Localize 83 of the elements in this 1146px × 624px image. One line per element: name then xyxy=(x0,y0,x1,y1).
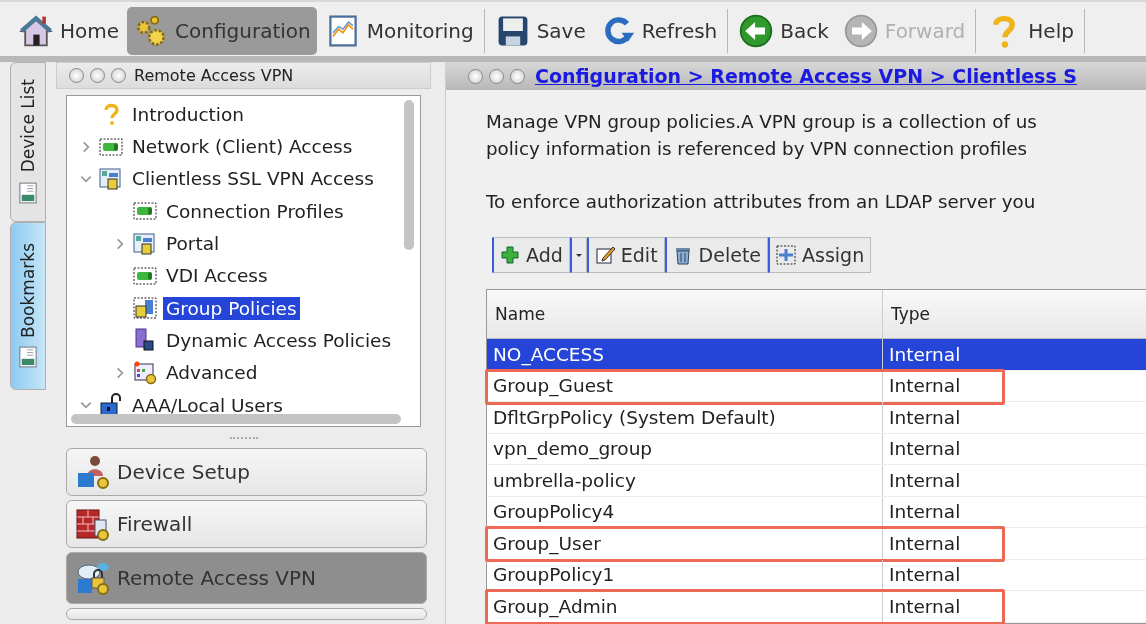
section-button[interactable]: Firewall xyxy=(66,500,427,548)
table-cell: NO_ACCESS xyxy=(487,339,883,370)
window-control-icon[interactable] xyxy=(468,68,483,84)
tree-item[interactable]: Clientless SSL VPN Access xyxy=(129,167,377,191)
note-text: To enforce authorization attributes from an LDAP server you xyxy=(486,190,1037,214)
action-button[interactable]: Assign xyxy=(768,237,872,273)
door-lock-icon xyxy=(133,328,157,353)
table-cell-text: Internal xyxy=(888,405,962,430)
table-cell-text: Internal xyxy=(888,342,962,367)
description-text: Manage VPN group policies.A VPN group is a collection of us xyxy=(486,110,1038,134)
table-row[interactable]: GroupPolicy4 Internal xyxy=(487,496,1146,528)
house-icon xyxy=(18,13,54,49)
table-cell: GroupPolicy1 xyxy=(487,559,883,590)
table-cell-text: Internal xyxy=(888,563,962,588)
table-cell: DfltGrpPolicy (System Default) xyxy=(487,402,883,433)
window-control-icon[interactable] xyxy=(489,68,504,84)
window-control-icon[interactable] xyxy=(510,68,525,84)
table-row[interactable]: DfltGrpPolicy (System Default) Internal xyxy=(487,402,1146,434)
table-cell: Group_User xyxy=(487,528,883,559)
table-row[interactable]: vpn_demo_group Internal xyxy=(487,433,1146,465)
panel-title: Remote Access VPN xyxy=(134,66,294,86)
table-cell: umbrella-policy xyxy=(487,465,883,496)
settings-window-icon xyxy=(133,360,157,385)
tree-item[interactable]: AAA/Local Users xyxy=(129,393,286,417)
splitter-grip[interactable] xyxy=(229,437,258,442)
toolbar-button[interactable]: Save xyxy=(488,7,592,55)
toolbar-button[interactable]: Help xyxy=(980,7,1080,55)
toolbar-button[interactable]: Monitoring xyxy=(318,7,480,55)
person-device-icon xyxy=(75,454,111,490)
section-button[interactable] xyxy=(66,608,427,620)
cloud-lock-icon xyxy=(75,560,111,596)
toolbar-button[interactable]: Home xyxy=(12,7,126,55)
table-row[interactable]: Group_User Internal xyxy=(487,528,1146,560)
tree-item[interactable]: VDI Access xyxy=(163,264,271,288)
action-button[interactable]: Edit xyxy=(586,237,665,273)
portal-lock-icon xyxy=(99,166,123,191)
section-button[interactable]: Remote Access VPN xyxy=(66,552,427,604)
table-cell-text: Internal xyxy=(888,468,962,493)
brick-wall-icon xyxy=(75,506,111,542)
window-control-icon[interactable] xyxy=(90,68,105,84)
tree-item[interactable]: Introduction xyxy=(129,102,248,126)
window-icon xyxy=(19,180,37,205)
table-cell-text: Internal xyxy=(888,374,962,399)
table-cell: vpn_demo_group xyxy=(487,433,883,464)
table-cell-text: Internal xyxy=(888,531,962,556)
table-cell-text: Internal xyxy=(888,437,962,462)
toolbar-button[interactable]: Refresh xyxy=(593,7,724,55)
column-header[interactable]: Name xyxy=(487,290,883,338)
tree-item[interactable]: Connection Profiles xyxy=(163,199,347,223)
scrollbar[interactable] xyxy=(71,414,401,425)
breadcrumb-link[interactable]: Configuration > Remote Access VPN > Clientless S xyxy=(535,65,1077,87)
tree-item[interactable]: Group Policies xyxy=(163,296,300,320)
column-header[interactable]: Type xyxy=(883,290,1146,338)
side-tab[interactable]: Bookmarks xyxy=(10,222,46,390)
action-button[interactable]: Add xyxy=(492,237,570,273)
tree-item[interactable]: Advanced xyxy=(163,361,261,385)
window-icon xyxy=(19,345,37,370)
toolbar-button[interactable]: Back xyxy=(732,7,835,55)
description-text: policy information is referenced by VPN connection profiles xyxy=(486,137,1029,161)
assign-icon xyxy=(776,245,797,265)
edit-icon xyxy=(594,245,615,265)
table-row[interactable]: Group_Admin Internal xyxy=(487,591,1146,623)
side-tab[interactable]: Device List xyxy=(10,62,46,222)
window-control-icon[interactable] xyxy=(111,68,126,84)
tree-item[interactable]: Network (Client) Access xyxy=(129,135,356,159)
portal-lock-icon xyxy=(133,231,157,256)
tree-item[interactable]: Dynamic Access Policies xyxy=(163,328,395,352)
toolbar-button[interactable]: Configuration xyxy=(127,7,317,55)
plus-icon xyxy=(500,245,520,265)
table-cell-text: Internal xyxy=(888,594,962,619)
table-row[interactable]: NO_ACCESS Internal xyxy=(487,339,1146,371)
table-row[interactable]: GroupPolicy1 Internal xyxy=(487,559,1146,591)
table-cell: Group_Admin xyxy=(487,591,883,622)
window-control-icon[interactable] xyxy=(69,68,84,84)
tree-item[interactable]: Portal xyxy=(163,232,223,256)
table-row[interactable]: Group_Guest Internal xyxy=(487,370,1146,402)
group-lock-icon xyxy=(133,296,157,321)
section-button[interactable]: Device Setup xyxy=(66,448,427,496)
scrollbar[interactable] xyxy=(404,100,414,251)
table-row[interactable]: umbrella-policy Internal xyxy=(487,465,1146,497)
action-button[interactable]: Delete xyxy=(664,237,769,273)
table-cell-text: Internal xyxy=(888,500,962,525)
table-cell: GroupPolicy4 xyxy=(487,496,883,527)
